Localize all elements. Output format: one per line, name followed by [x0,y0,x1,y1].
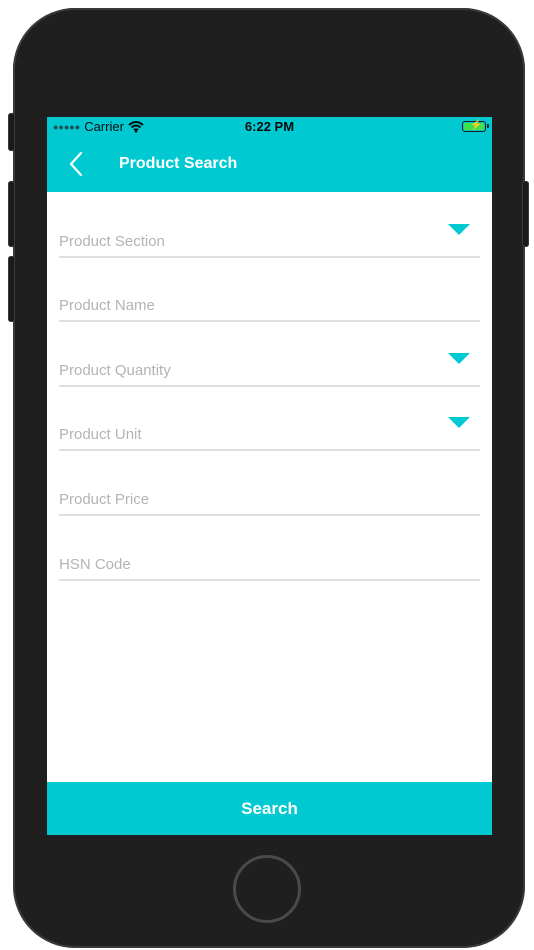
battery-nub [487,124,489,128]
product-price-field[interactable] [59,474,480,516]
home-button[interactable] [233,855,301,923]
chevron-left-icon [69,151,83,177]
app-screen: ●●●●● Carrier 6:22 PM ⚡ Product Search P… [47,117,492,835]
product-name-field[interactable] [59,280,480,322]
volume-down-button [8,256,15,322]
product-quantity-input[interactable] [59,362,439,379]
product-price-input[interactable] [59,491,439,508]
dropdown-arrow-icon[interactable] [448,417,470,428]
power-button [522,181,529,247]
volume-up-button [8,181,15,247]
product-unit-input[interactable] [59,426,439,443]
page-title: Product Search [119,155,238,172]
product-quantity-field[interactable] [59,345,480,387]
dropdown-arrow-icon[interactable] [448,353,470,364]
search-button[interactable]: Search [47,782,492,835]
status-time: 6:22 PM [244,119,295,134]
navigation-bar: Product Search [47,137,492,192]
battery-charging-icon: ⚡ [462,120,489,132]
product-name-input[interactable] [59,297,439,314]
hsn-code-field[interactable] [59,539,480,581]
back-button[interactable] [65,150,93,178]
product-unit-field[interactable] [59,409,480,451]
mute-switch [8,113,15,151]
bolt-icon: ⚡ [470,120,483,131]
product-section-input[interactable] [59,233,439,250]
dropdown-arrow-icon[interactable] [448,224,470,235]
product-section-field[interactable] [59,216,480,258]
status-bar: ●●●●● Carrier 6:22 PM ⚡ [47,117,492,137]
hsn-code-input[interactable] [59,556,439,573]
